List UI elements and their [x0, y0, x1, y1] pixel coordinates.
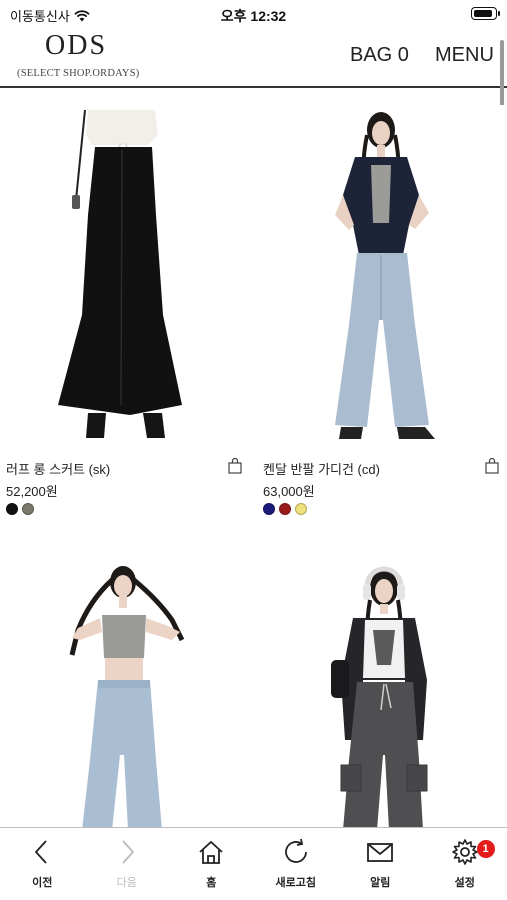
color-swatches [6, 503, 34, 515]
back-label: 이전 [32, 877, 53, 889]
battery-icon [471, 7, 500, 20]
back-button[interactable]: 이전 [0, 828, 85, 900]
product-image[interactable] [0, 560, 250, 830]
product-price: 52,200원 [6, 484, 58, 499]
site-header: ODS (SELECT SHOP.ORDAYS) BAG 0 MENU [0, 28, 507, 88]
notifications-button[interactable]: 알림 [338, 828, 423, 900]
home-label: 홈 [206, 877, 217, 889]
product-name[interactable]: 러프 롱 스커트 (sk) [6, 459, 110, 478]
notification-badge: 1 [476, 840, 495, 858]
refresh-icon [284, 838, 307, 863]
site-logo[interactable]: ODS [45, 30, 107, 62]
color-swatch[interactable] [6, 503, 18, 515]
chevron-left-icon [35, 840, 47, 864]
bottom-toolbar: 이전 다음 홈 새로고침 알림 1 설정 [0, 827, 507, 900]
forward-button[interactable]: 다음 [85, 828, 170, 900]
product-image[interactable] [0, 105, 250, 445]
notifications-label: 알림 [370, 877, 391, 889]
product-name[interactable]: 켄달 반팔 가디건 (cd) [263, 459, 380, 478]
product-image[interactable] [257, 560, 507, 830]
home-icon [199, 840, 223, 864]
home-button[interactable]: 홈 [169, 828, 254, 900]
product-price: 63,000원 [263, 484, 315, 499]
clock: 오후 12:32 [220, 8, 287, 24]
gear-icon [451, 839, 478, 865]
shopping-bag-icon[interactable] [228, 458, 242, 474]
chevron-right-icon [122, 840, 134, 864]
menu-button[interactable]: MENU [435, 44, 494, 67]
mail-icon [367, 843, 394, 862]
status-bar: 이동통신사 오후 12:32 [0, 0, 507, 28]
settings-label: 설정 [454, 877, 475, 889]
product-image[interactable] [257, 105, 507, 445]
refresh-label: 새로고침 [275, 877, 316, 889]
forward-label: 다음 [116, 877, 137, 889]
settings-button[interactable]: 1 설정 [423, 828, 507, 900]
color-swatch[interactable] [279, 503, 291, 515]
shopping-bag-icon[interactable] [485, 458, 499, 474]
refresh-button[interactable]: 새로고침 [254, 828, 339, 900]
color-swatch[interactable] [22, 503, 34, 515]
bag-button[interactable]: BAG 0 [350, 44, 409, 67]
color-swatch[interactable] [295, 503, 307, 515]
color-swatches [263, 503, 307, 515]
color-swatch[interactable] [263, 503, 275, 515]
site-logo-subtitle: (SELECT SHOP.ORDAYS) [17, 68, 140, 79]
